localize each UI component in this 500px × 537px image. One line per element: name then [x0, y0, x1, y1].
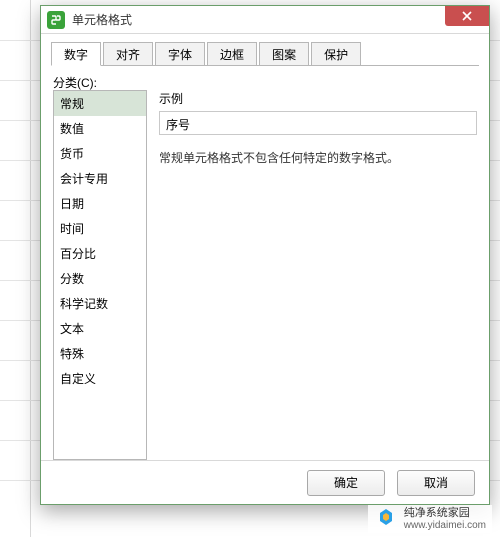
category-item[interactable]: 文本: [54, 316, 146, 341]
tab-font[interactable]: 字体: [155, 42, 205, 65]
titlebar: 单元格格式: [41, 6, 489, 34]
app-icon: [47, 11, 65, 29]
category-item[interactable]: 货币: [54, 141, 146, 166]
dialog-title: 单元格格式: [72, 11, 132, 28]
dialog-footer: 确定 取消: [41, 460, 489, 504]
category-item[interactable]: 数值: [54, 116, 146, 141]
cancel-button[interactable]: 取消: [397, 470, 475, 496]
category-list[interactable]: 常规 数值 货币 会计专用 日期 时间 百分比 分数 科学记数 文本 特殊 自定…: [53, 90, 147, 460]
category-item[interactable]: 自定义: [54, 366, 146, 391]
category-item[interactable]: 会计专用: [54, 166, 146, 191]
tab-protection[interactable]: 保护: [311, 42, 361, 65]
dialog-body: 数字 对齐 字体 边框 图案 保护 分类(C): 常规 数值 货币 会计专用 日…: [51, 42, 479, 460]
category-item[interactable]: 常规: [54, 91, 146, 116]
tab-number[interactable]: 数字: [51, 42, 101, 66]
category-label: 分类(C):: [53, 74, 479, 91]
category-item[interactable]: 百分比: [54, 241, 146, 266]
example-label: 示例: [159, 90, 477, 107]
category-item[interactable]: 科学记数: [54, 291, 146, 316]
tab-alignment[interactable]: 对齐: [103, 42, 153, 65]
cell-format-dialog: 单元格格式 数字 对齐 字体 边框 图案 保护 分类(C): 常规 数值 货币 …: [40, 5, 490, 505]
ok-button[interactable]: 确定: [307, 470, 385, 496]
close-icon: [462, 11, 472, 21]
number-panel: 分类(C): 常规 数值 货币 会计专用 日期 时间 百分比 分数 科学记数 文…: [51, 66, 479, 460]
tab-pattern[interactable]: 图案: [259, 42, 309, 65]
category-item[interactable]: 分数: [54, 266, 146, 291]
category-item[interactable]: 日期: [54, 191, 146, 216]
category-item[interactable]: 特殊: [54, 341, 146, 366]
category-item[interactable]: 时间: [54, 216, 146, 241]
tab-strip: 数字 对齐 字体 边框 图案 保护: [51, 42, 479, 66]
close-button[interactable]: [445, 6, 489, 26]
detail-pane: 示例 序号 常规单元格格式不包含任何特定的数字格式。: [159, 90, 477, 460]
example-value: 序号: [159, 111, 477, 135]
format-description: 常规单元格格式不包含任何特定的数字格式。: [159, 149, 477, 166]
tab-border[interactable]: 边框: [207, 42, 257, 65]
